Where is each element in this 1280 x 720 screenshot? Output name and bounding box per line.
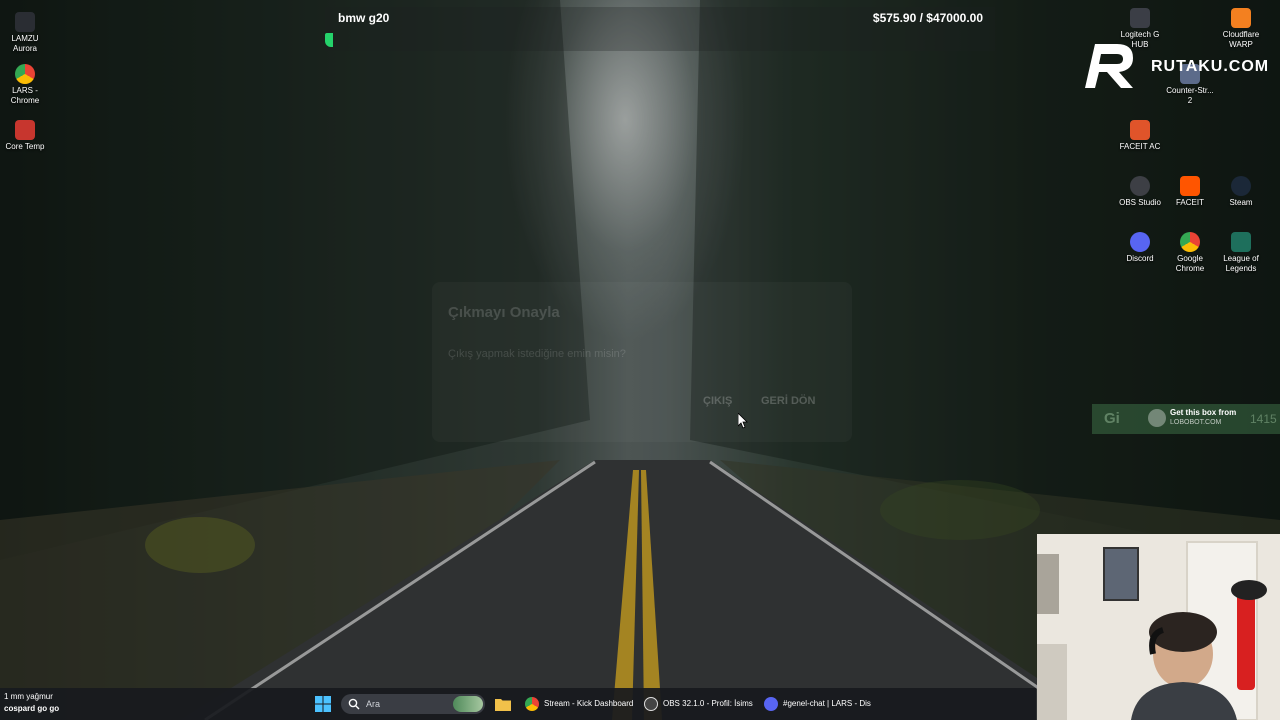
goal-amount: $575.90 / $47000.00 <box>872 11 983 25</box>
desktop-icon[interactable]: Steam <box>1213 176 1269 208</box>
rutaku-logo: RUTAKU.COM <box>1083 40 1273 94</box>
exit-confirm-dialog: Çıkmayı Onayla Çıkış yapmak istediğine e… <box>432 282 852 442</box>
desktop-icon-label: Steam <box>1229 198 1253 207</box>
desktop-icon[interactable]: LAMZU Aurora <box>0 12 53 54</box>
taskbar-item-label: Stream - Kick Dashboard <box>544 699 633 708</box>
lobobot-widget: Gi Get this box from LOBOBOT.COM 1415 <box>1092 404 1280 434</box>
league-icon <box>1231 232 1251 252</box>
lobobot-line2: LOBOBOT.COM <box>1170 419 1222 426</box>
weather-temp: 1 mm yağmur <box>4 692 53 701</box>
weather-widget[interactable]: 1 mm yağmur cospard go go <box>4 692 59 713</box>
goal-progress-fill <box>325 33 334 47</box>
taskbar: 1 mm yağmur cospard go go Ara Stream - K… <box>0 688 1036 720</box>
taskbar-search[interactable]: Ara <box>341 694 485 714</box>
brand-text: RUTAKU.COM <box>1151 58 1270 75</box>
discord-icon <box>1130 232 1150 252</box>
desktop-icon-label: Google Chrome <box>1175 254 1205 273</box>
core-temp-icon <box>15 120 35 140</box>
desktop-icon[interactable]: LARS - Chrome <box>0 64 53 106</box>
lobobot-faint-number: 1415 <box>1250 412 1277 426</box>
desktop-icon-label: Discord <box>1126 254 1154 263</box>
steam-icon <box>1231 176 1251 196</box>
search-highlight-image <box>453 696 483 712</box>
taskbar-item-label: #genel-chat | LARS - Dis <box>783 699 871 708</box>
desktop-icon[interactable]: Core Temp <box>0 120 53 152</box>
chrome-icon <box>15 64 35 84</box>
windows-start-icon[interactable] <box>315 696 331 712</box>
desktop-icon[interactable]: Google Chrome <box>1162 232 1218 274</box>
obs-icon <box>644 696 658 711</box>
faceit-icon <box>1180 176 1200 196</box>
desktop-icon-label: League of Legends <box>1223 254 1259 273</box>
taskbar-item-label: OBS 32.1.0 - Profil: İsims <box>663 699 753 708</box>
search-placeholder: Ara <box>366 699 381 709</box>
webcam-feed <box>1037 534 1280 720</box>
taskbar-item-kick-dashboard[interactable]: Stream - Kick Dashboard <box>525 694 633 714</box>
lobobot-line1: Get this box from <box>1170 408 1237 417</box>
desktop-icon[interactable]: League of Legends <box>1213 232 1269 274</box>
obs-icon <box>1130 176 1150 196</box>
cloudflare-icon <box>1231 8 1251 28</box>
desktop-icon-label: LARS - Chrome <box>10 86 40 105</box>
lamzu-icon <box>15 12 35 32</box>
desktop-icon[interactable]: FACEIT AC <box>1112 120 1168 152</box>
rutaku-r-icon <box>1085 44 1133 88</box>
search-icon <box>348 698 360 710</box>
desktop-icon[interactable]: Discord <box>1112 232 1168 264</box>
go-back-button[interactable]: GERİ DÖN <box>761 395 815 407</box>
goal-progress-track <box>325 33 995 47</box>
lobobot-faint-text: Gi <box>1104 410 1120 427</box>
webcam-image <box>1037 534 1280 720</box>
weather-label: cospard go go <box>4 704 60 713</box>
taskbar-item-discord[interactable]: #genel-chat | LARS - Dis <box>764 694 874 714</box>
chrome-icon <box>525 696 539 711</box>
mouse-cursor-icon <box>738 413 748 429</box>
desktop-icon-label: Core Temp <box>5 142 45 151</box>
dialog-message: Çıkış yapmak istediğine emin misin? <box>448 348 626 360</box>
discord-icon <box>764 696 778 711</box>
desktop-icon[interactable]: OBS Studio <box>1112 176 1168 208</box>
file-explorer-icon[interactable] <box>495 697 511 711</box>
desktop-icon-label: FACEIT AC <box>1119 142 1161 151</box>
goal-title: bmw g20 <box>338 11 390 25</box>
logitech-icon <box>1130 8 1150 28</box>
dialog-title: Çıkmayı Onayla <box>448 304 560 321</box>
chrome-icon <box>1180 232 1200 252</box>
goal-progress-bar: bmw g20 $575.90 / $47000.00 <box>325 7 995 51</box>
lobobot-icon <box>1148 409 1166 427</box>
taskbar-item-obs[interactable]: OBS 32.1.0 - Profil: İsims <box>644 694 754 714</box>
desktop-icon[interactable]: FACEIT <box>1162 176 1218 208</box>
faceit-ac-icon <box>1130 120 1150 140</box>
exit-button[interactable]: ÇIKIŞ <box>703 395 732 407</box>
desktop-icon-label: OBS Studio <box>1119 198 1161 207</box>
desktop-icon-label: FACEIT <box>1175 198 1204 207</box>
desktop-icon-label: LAMZU Aurora <box>11 34 39 53</box>
